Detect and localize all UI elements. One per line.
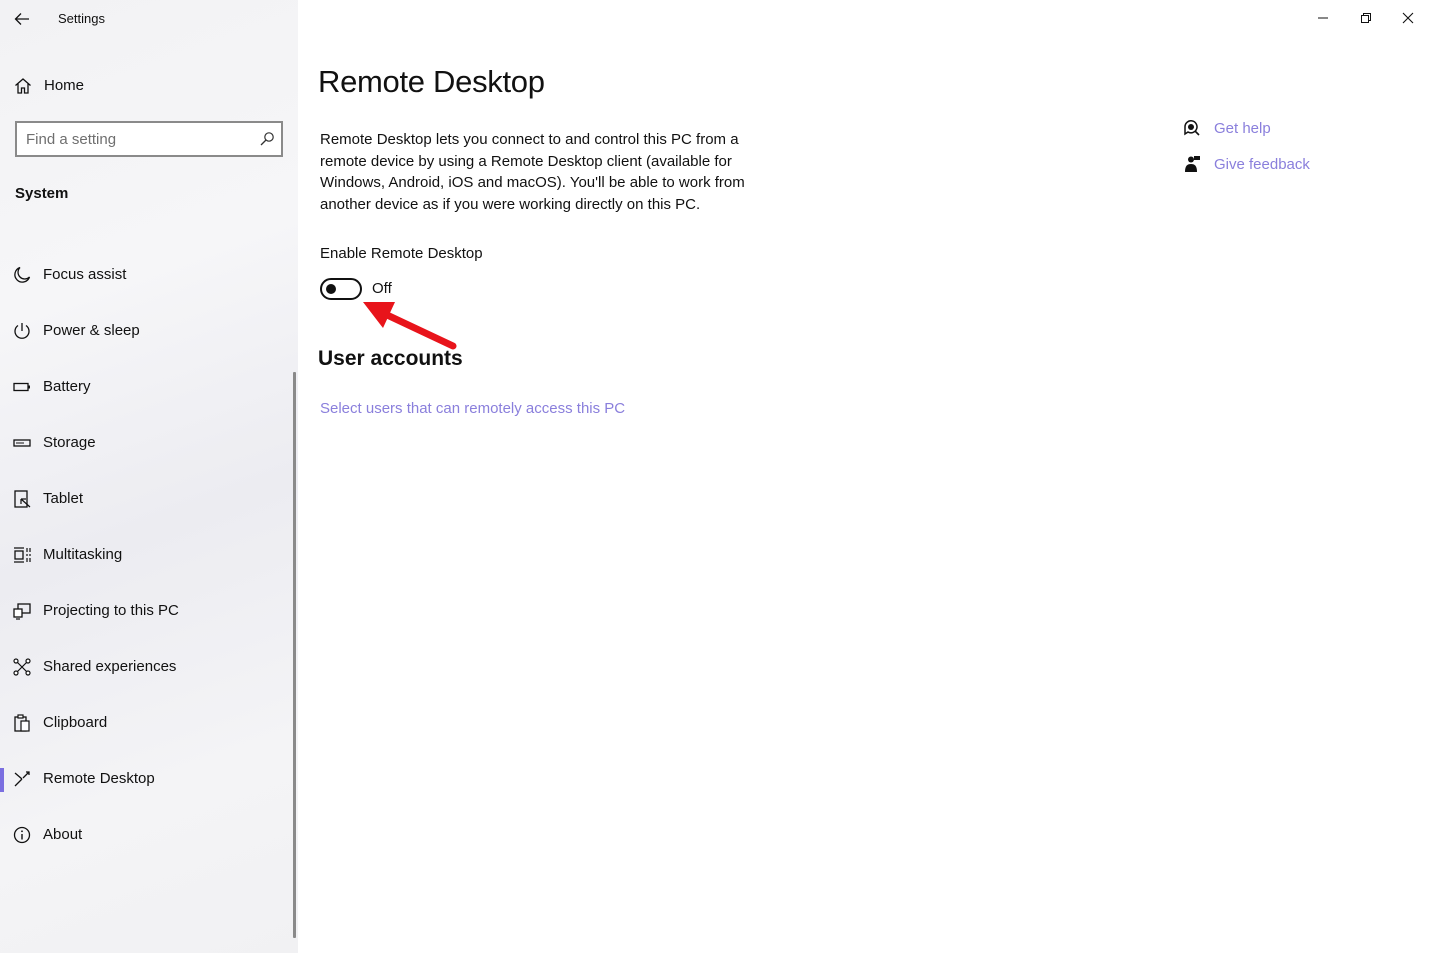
- sidebar-item-about[interactable]: About: [0, 810, 294, 860]
- multitasking-icon: [14, 547, 31, 563]
- battery-icon: [13, 382, 30, 392]
- projecting-icon: [13, 603, 31, 620]
- sidebar-item-battery[interactable]: Battery: [0, 362, 294, 412]
- get-help-label: Get help: [1214, 120, 1271, 137]
- info-icon: [13, 826, 31, 844]
- title-bar: Settings: [0, 0, 298, 38]
- sidebar-item-focus-assist[interactable]: Focus assist: [0, 250, 294, 300]
- sidebar-item-label: Storage: [43, 434, 96, 451]
- give-feedback-label: Give feedback: [1214, 156, 1310, 173]
- sidebar-item-label: Clipboard: [43, 714, 108, 731]
- sidebar-item-clipboard[interactable]: Clipboard: [0, 698, 294, 748]
- sidebar-item-label: Shared experiences: [43, 658, 177, 675]
- feedback-icon: [1185, 156, 1200, 172]
- sidebar-item-label: Battery: [43, 378, 91, 395]
- get-help-icon: [1184, 120, 1200, 136]
- description-text: Remote Desktop lets you connect to and c…: [320, 131, 745, 213]
- search-box[interactable]: [15, 121, 283, 157]
- toggle-knob: [326, 284, 336, 294]
- sidebar-item-label: Power & sleep: [43, 322, 140, 339]
- sidebar-item-multitasking[interactable]: Multitasking: [0, 530, 294, 580]
- sidebar-item-label: Multitasking: [43, 546, 123, 563]
- sidebar-item-storage[interactable]: Storage: [0, 418, 294, 468]
- sidebar: Settings Home System Focus assist Power …: [0, 0, 298, 953]
- clipboard-icon: [14, 714, 30, 732]
- section-title: System: [15, 185, 69, 202]
- toggle-label: Enable Remote Desktop: [320, 245, 483, 262]
- sidebar-item-label: Home: [44, 77, 85, 94]
- home-icon: [15, 78, 31, 94]
- close-icon: [1402, 12, 1414, 24]
- back-button[interactable]: [8, 6, 36, 32]
- sidebar-item-projecting[interactable]: Projecting to this PC: [0, 586, 294, 636]
- sidebar-item-label: Projecting to this PC: [43, 602, 179, 619]
- search-input[interactable]: [17, 123, 247, 155]
- sidebar-item-shared-experiences[interactable]: Shared experiences: [0, 642, 294, 692]
- back-arrow-icon: [14, 13, 29, 25]
- power-icon: [14, 323, 30, 339]
- sidebar-item-tablet[interactable]: Tablet: [0, 474, 294, 524]
- select-users-link[interactable]: Select users that can remotely access th…: [320, 400, 625, 417]
- storage-icon: [13, 439, 31, 447]
- moon-icon: [14, 266, 31, 283]
- sidebar-item-remote-desktop[interactable]: Remote Desktop: [0, 754, 294, 804]
- restore-button[interactable]: [1344, 0, 1388, 36]
- sidebar-item-label: Focus assist: [43, 266, 127, 283]
- close-button[interactable]: [1386, 0, 1430, 36]
- sidebar-item-power-sleep[interactable]: Power & sleep: [0, 306, 294, 356]
- shared-icon: [13, 658, 31, 676]
- selection-indicator: [0, 768, 4, 792]
- sidebar-item-label: Tablet: [43, 490, 84, 507]
- sidebar-scrollbar[interactable]: [293, 372, 296, 938]
- search-icon[interactable]: [259, 131, 275, 147]
- user-accounts-heading: User accounts: [318, 347, 463, 370]
- remote-desktop-icon: [14, 771, 30, 787]
- sidebar-item-home[interactable]: Home: [0, 68, 298, 104]
- page-title: Remote Desktop: [318, 64, 545, 99]
- sidebar-item-label: Remote Desktop: [43, 770, 155, 787]
- tablet-icon: [14, 490, 31, 508]
- minimize-icon: [1318, 17, 1328, 19]
- sidebar-item-label: About: [43, 826, 83, 843]
- app-title: Settings: [58, 11, 105, 26]
- minimize-button[interactable]: [1301, 0, 1345, 36]
- restore-icon: [1361, 13, 1371, 23]
